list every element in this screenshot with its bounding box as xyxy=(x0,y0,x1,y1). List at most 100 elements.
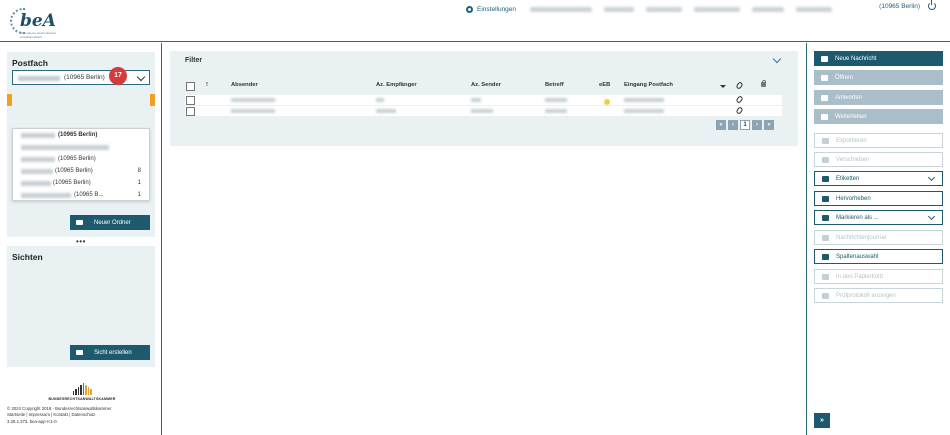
col-subject[interactable]: Betreff xyxy=(545,82,564,88)
mailbox-select[interactable]: (10965 Berlin) xyxy=(12,70,150,85)
resize-handle[interactable]: ••• xyxy=(76,238,86,246)
create-view-button[interactable]: Sicht erstellen xyxy=(70,345,150,360)
protocol-button[interactable]: Prüfprotokoll anzeigen xyxy=(814,288,943,303)
sort-desc-icon[interactable] xyxy=(720,85,726,88)
document-icon xyxy=(822,292,829,299)
highlight-label: Hervorheben xyxy=(836,195,871,202)
pagination: « ‹ 1 › » xyxy=(716,120,774,130)
col-received[interactable]: Eingang Postfach xyxy=(624,82,673,88)
redacted-cell xyxy=(545,98,567,102)
trash-label: In den Papierkorb xyxy=(836,273,884,280)
protocol-label: Prüfprotokoll anzeigen xyxy=(836,292,896,299)
first-page-button[interactable]: « xyxy=(716,120,726,130)
labels-dropdown[interactable]: Etiketten xyxy=(814,171,943,186)
column-select-label: Spaltenauswahl xyxy=(836,253,879,260)
highlight-button[interactable]: Hervorheben xyxy=(814,191,943,206)
view-icon xyxy=(76,350,83,355)
nav-item-redacted[interactable] xyxy=(694,6,741,12)
current-page[interactable]: 1 xyxy=(740,120,750,130)
export-icon xyxy=(822,137,829,144)
redacted-text xyxy=(21,145,109,150)
redacted-text xyxy=(21,157,55,162)
next-page-button[interactable]: › xyxy=(752,120,762,130)
nav-item-redacted[interactable] xyxy=(646,6,683,12)
sichten-title: Sichten xyxy=(12,252,43,262)
folder-highlight xyxy=(7,94,12,106)
dropdown-item[interactable] xyxy=(13,142,149,154)
dropdown-item[interactable]: (10965 B... 1 xyxy=(13,190,149,202)
reply-button[interactable]: Antworten xyxy=(814,90,943,105)
col-eeb[interactable]: eEB xyxy=(599,82,610,88)
dropdown-item-count: 1 xyxy=(137,192,141,198)
user-name-redacted xyxy=(796,6,833,12)
pencil-icon xyxy=(821,55,828,62)
left-sidebar: Postfach (10965 Berlin) 17 Neuer Ordner … xyxy=(0,43,162,435)
forward-button[interactable]: Weiterleiten xyxy=(814,109,943,124)
footer: © 2024 Copyright 2018 - Bundesrechtsanwa… xyxy=(7,406,111,425)
redacted-cell xyxy=(624,98,664,102)
dropdown-item-label: (10965 Berlin) xyxy=(55,168,93,174)
col-sender[interactable]: Absender xyxy=(231,82,258,88)
settings-link[interactable]: Einstellungen xyxy=(466,5,517,13)
filter-title: Filter xyxy=(185,57,203,64)
dropdown-item-label: (10965 Berlin) xyxy=(53,180,91,186)
message-list-panel: Filter ! Absender Az. Empfänger Az. Send… xyxy=(170,51,798,146)
col-az-recipient[interactable]: Az. Empfänger xyxy=(376,82,417,88)
col-important[interactable]: ! xyxy=(206,82,208,88)
nav-item-redacted[interactable] xyxy=(530,6,593,12)
redacted-text xyxy=(21,181,51,186)
dropdown-item-count: 1 xyxy=(137,180,141,186)
gear-icon xyxy=(822,253,829,260)
mailbox-name-redacted xyxy=(18,76,60,81)
select-all-checkbox[interactable] xyxy=(186,82,195,91)
new-folder-label: Neuer Ordner xyxy=(94,219,131,226)
nav-item-redacted[interactable] xyxy=(604,6,635,12)
action-sidebar: Neue Nachricht Öffnen Antworten Weiterle… xyxy=(806,43,950,435)
row-checkbox[interactable] xyxy=(186,96,195,105)
column-select-button[interactable]: Spaltenauswahl xyxy=(814,249,943,264)
last-page-button[interactable]: » xyxy=(764,120,774,130)
expand-sidebar-button[interactable]: » xyxy=(814,413,830,428)
brak-bars-icon xyxy=(42,383,122,395)
dropdown-item[interactable]: (10965 Berlin) 1 xyxy=(13,178,149,190)
open-button[interactable]: Öffnen xyxy=(814,70,943,85)
envelope-icon xyxy=(821,74,828,81)
move-button[interactable]: Verschieben xyxy=(814,152,943,167)
info-icon xyxy=(822,234,829,241)
mailbox-dropdown: (10965 Berlin) (10965 Berlin) (10965 Ber… xyxy=(12,128,150,201)
trash-button[interactable]: In den Papierkorb xyxy=(814,269,943,284)
col-az-sender[interactable]: Az. Sender xyxy=(471,82,501,88)
nav-item-redacted[interactable] xyxy=(752,6,785,12)
version-info: 3.28.2.373, bea-app-rc1-0 xyxy=(7,418,57,424)
bea-logo[interactable]: beA Besonderes elektronisches Anwaltspos… xyxy=(6,6,58,39)
move-label: Verschieben xyxy=(836,156,870,163)
row-checkbox[interactable] xyxy=(186,107,195,116)
prev-page-button[interactable]: ‹ xyxy=(728,120,738,130)
user-location[interactable]: (10965 Berlin) xyxy=(879,3,920,10)
mark-as-dropdown[interactable]: Markieren als ... xyxy=(814,210,943,225)
top-navigation: Einstellungen xyxy=(466,3,833,15)
gear-icon xyxy=(466,5,473,13)
new-message-button[interactable]: Neue Nachricht xyxy=(814,51,943,66)
trash-icon xyxy=(822,273,829,280)
power-icon[interactable] xyxy=(928,0,936,10)
new-folder-button[interactable]: Neuer Ordner xyxy=(70,215,150,230)
chevron-down-icon xyxy=(136,72,146,82)
step-badge: 17 xyxy=(109,67,127,85)
redacted-cell xyxy=(545,109,567,113)
dropdown-item[interactable]: (10965 Berlin) xyxy=(13,130,149,142)
chevron-down-icon[interactable] xyxy=(772,54,782,64)
redacted-cell xyxy=(231,109,275,113)
redacted-text xyxy=(21,193,71,198)
journal-button[interactable]: Nachrichtenjournal xyxy=(814,230,943,245)
export-button[interactable]: Exportieren xyxy=(814,133,943,148)
settings-label: Einstellungen xyxy=(477,5,517,13)
redacted-text xyxy=(21,169,53,174)
dropdown-item[interactable]: (10965 Berlin) xyxy=(13,154,149,166)
redacted-cell xyxy=(376,98,384,102)
dropdown-item[interactable]: (10965 Berlin) 8 xyxy=(13,166,149,178)
marker-icon xyxy=(822,195,829,202)
bookmark-icon xyxy=(822,214,829,221)
redacted-text xyxy=(21,133,55,138)
redacted-cell xyxy=(376,109,396,113)
